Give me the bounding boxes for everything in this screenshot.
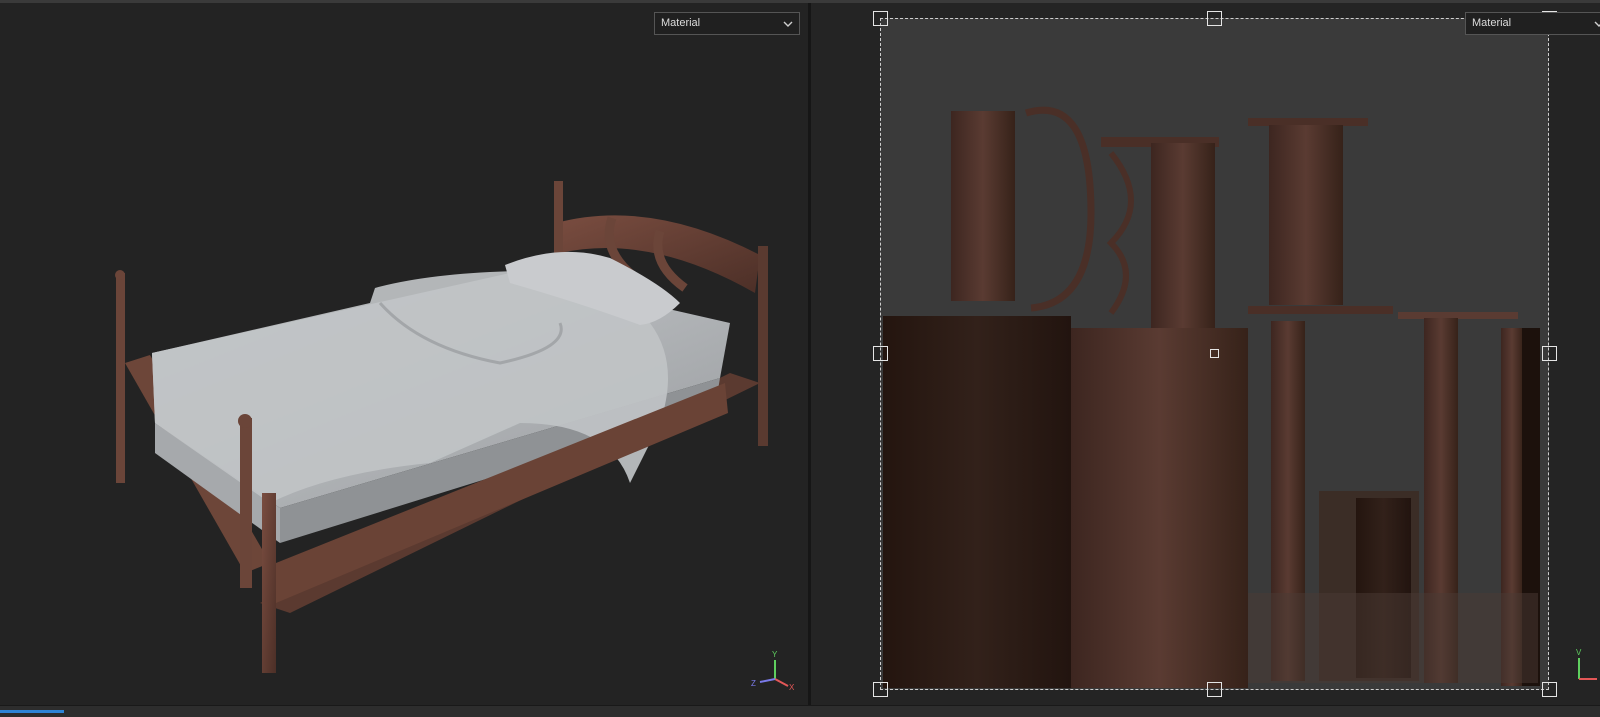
- chevron-down-icon: [1593, 13, 1600, 34]
- transform-pivot[interactable]: [1210, 349, 1219, 358]
- axis-v-label: V: [1576, 648, 1582, 657]
- transform-handle-top[interactable]: [1207, 11, 1222, 26]
- shading-mode-label: Material: [1472, 17, 1512, 29]
- transform-handle-top-left[interactable]: [873, 11, 888, 26]
- chevron-down-icon: [782, 13, 794, 34]
- status-bar: [0, 705, 1600, 717]
- shading-mode-dropdown-uv[interactable]: Material: [1465, 12, 1600, 35]
- axis-y-label: Y: [772, 650, 778, 659]
- transform-handle-left[interactable]: [873, 346, 888, 361]
- viewport-uv[interactable]: Material V: [811, 3, 1600, 705]
- transform-handle-bottom[interactable]: [1207, 682, 1222, 697]
- uv-axis-gizmo-icon: V: [1576, 648, 1597, 680]
- transform-handle-right[interactable]: [1542, 346, 1557, 361]
- transform-handle-bottom-right[interactable]: [1542, 682, 1557, 697]
- axis-x-label: X: [789, 683, 795, 692]
- viewport-3d[interactable]: Material Y X Z: [0, 3, 808, 705]
- shading-mode-dropdown-3d[interactable]: Material: [654, 12, 800, 35]
- transform-handle-bottom-left[interactable]: [873, 682, 888, 697]
- axis-z-label: Z: [751, 679, 756, 688]
- progress-bar: [0, 710, 64, 713]
- bed-model: [115, 181, 768, 673]
- axis-gizmo-icon: Y X Z: [751, 650, 795, 692]
- shading-mode-label: Material: [661, 17, 701, 29]
